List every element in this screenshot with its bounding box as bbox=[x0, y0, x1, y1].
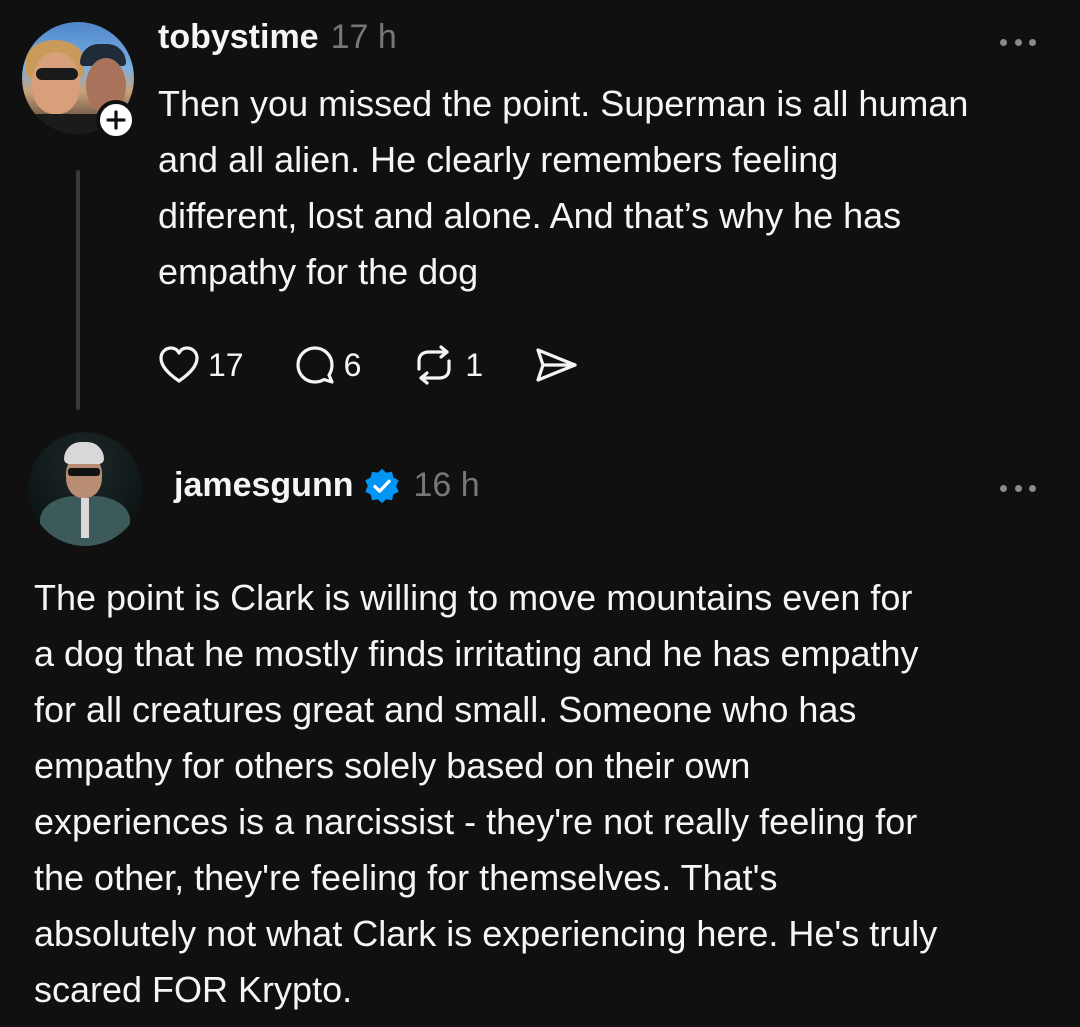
follow-button[interactable] bbox=[96, 100, 136, 140]
thread-line bbox=[76, 170, 80, 410]
username[interactable]: tobystime bbox=[158, 18, 319, 57]
action-bar: 17 6 1 bbox=[158, 340, 629, 390]
timestamp[interactable]: 16 h bbox=[413, 466, 479, 505]
plus-icon bbox=[106, 110, 126, 130]
avatar[interactable] bbox=[28, 432, 142, 546]
timestamp[interactable]: 17 h bbox=[331, 18, 397, 57]
more-icon[interactable] bbox=[1000, 482, 1036, 494]
send-icon bbox=[536, 348, 577, 382]
post-header: tobystime 17 h bbox=[158, 18, 397, 57]
repost-icon bbox=[417, 345, 451, 385]
post-reply: tobystime 17 h Then you missed the point… bbox=[0, 0, 1080, 420]
like-count: 17 bbox=[208, 346, 244, 383]
comment-icon bbox=[295, 346, 334, 384]
heart-icon bbox=[159, 346, 199, 383]
repost-count: 1 bbox=[465, 346, 484, 383]
more-icon[interactable] bbox=[1000, 36, 1036, 48]
reply-button[interactable]: 6 bbox=[294, 345, 362, 385]
verified-badge-icon bbox=[363, 467, 401, 505]
username[interactable]: jamesgunn bbox=[174, 466, 353, 505]
post-header: jamesgunn 16 h bbox=[174, 466, 480, 505]
like-button[interactable]: 17 bbox=[158, 345, 244, 385]
reply-count: 6 bbox=[343, 346, 362, 383]
share-button[interactable] bbox=[533, 345, 579, 385]
post-text: The point is Clark is willing to move mo… bbox=[34, 577, 938, 1010]
repost-button[interactable]: 1 bbox=[411, 345, 483, 385]
post-text: Then you missed the point. Superman is a… bbox=[158, 83, 969, 292]
post-reply: jamesgunn 16 h The point is Clark is wil… bbox=[0, 420, 1080, 1027]
